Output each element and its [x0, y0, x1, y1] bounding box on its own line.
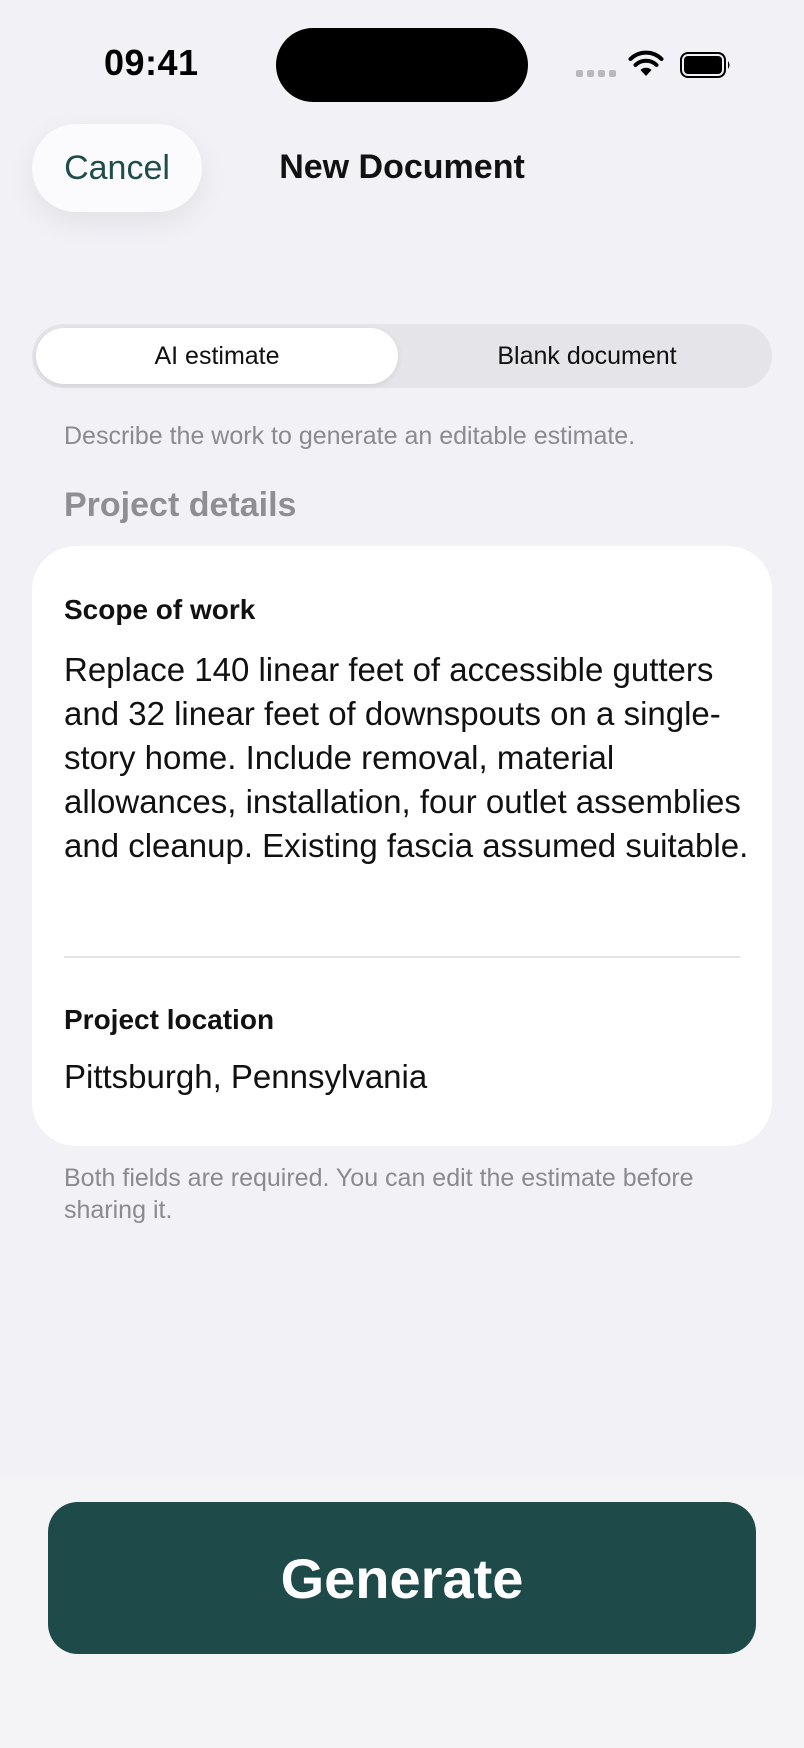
status-bar: 09:41	[0, 0, 804, 120]
project-details-card: Scope of work Replace 140 linear feet of…	[32, 546, 772, 1146]
required-fields-note: Both fields are required. You can edit t…	[64, 1164, 694, 1224]
status-time: 09:41	[104, 42, 199, 83]
bottom-action-bar: Generate	[0, 1478, 804, 1748]
cancel-button[interactable]: Cancel	[32, 124, 202, 212]
battery-icon	[680, 52, 730, 78]
scope-of-work-field[interactable]: Replace 140 linear feet of accessible gu…	[64, 648, 754, 868]
mode-segmented-control: AI estimate Blank document	[32, 324, 772, 388]
location-label: Project location	[64, 1004, 275, 1035]
segment-ai-estimate[interactable]: AI estimate	[36, 328, 398, 384]
mode-hint: Describe the work to generate an editabl…	[64, 422, 636, 450]
project-location-field[interactable]: Pittsburgh, Pennsylvania	[64, 1058, 427, 1096]
generate-button[interactable]: Generate	[48, 1502, 756, 1654]
section-header: Project details	[64, 486, 297, 524]
scope-label: Scope of work	[64, 594, 256, 625]
segment-blank-document[interactable]: Blank document	[406, 328, 768, 384]
cellular-signal-icon	[576, 70, 616, 77]
divider	[64, 956, 740, 958]
wifi-icon	[628, 50, 664, 76]
page-title: New Document	[279, 148, 525, 186]
dynamic-island	[276, 28, 528, 102]
